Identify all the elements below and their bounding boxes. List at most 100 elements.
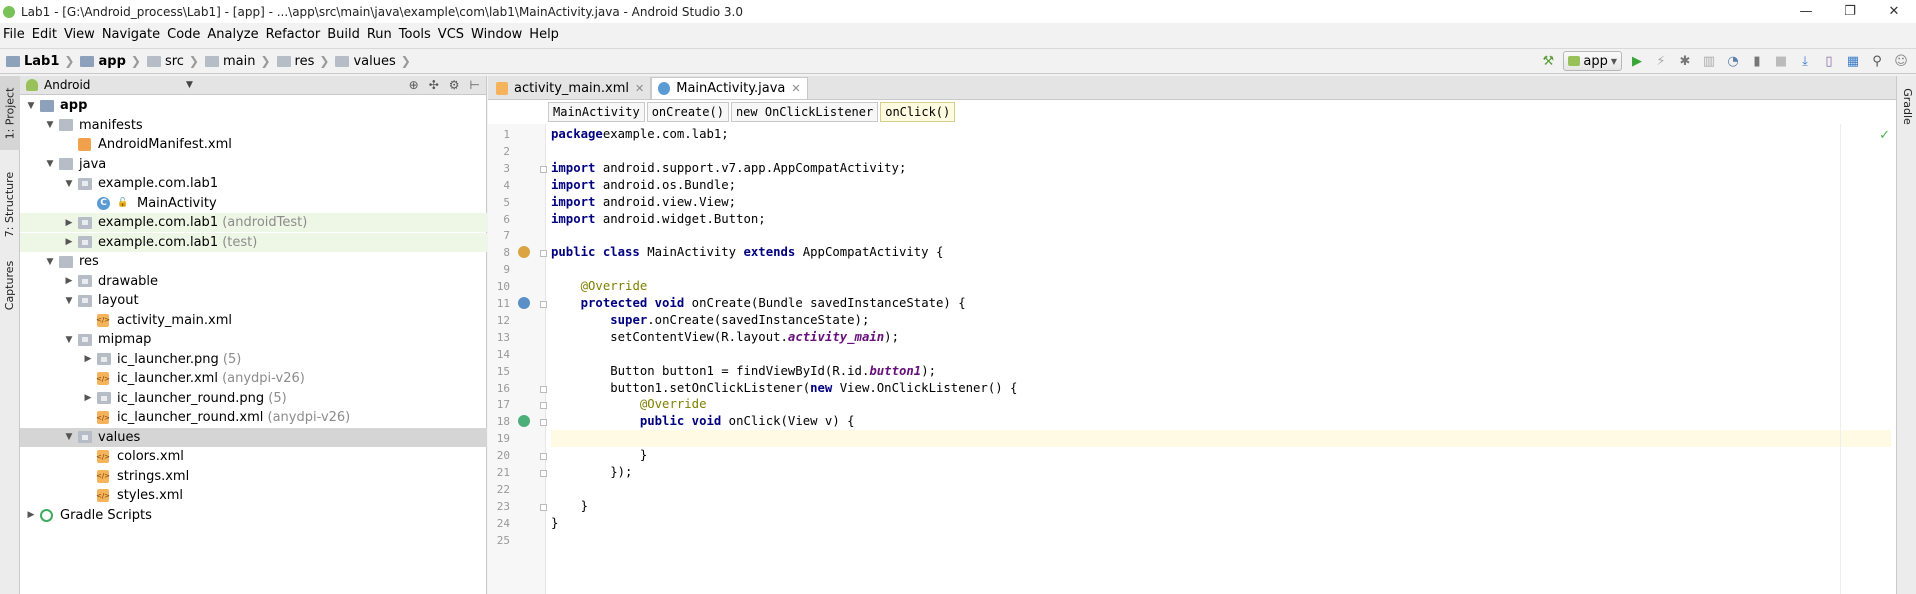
- tree-item[interactable]: </> ic_launcher.xml (anydpi-v26): [20, 369, 487, 388]
- menu-refactor[interactable]: Refactor: [266, 27, 328, 42]
- tree-item[interactable]: ▶ ic_launcher.png (5): [20, 350, 487, 369]
- menu-analyze[interactable]: Analyze: [207, 27, 265, 42]
- collapsed-arrow-icon[interactable]: ▶: [64, 276, 74, 286]
- collapse-all-icon[interactable]: ✣: [429, 78, 439, 92]
- search-icon[interactable]: ⚲: [1868, 52, 1886, 70]
- code-line[interactable]: public class MainActivity extends AppCom…: [551, 244, 1891, 261]
- tree-item[interactable]: ▶ Gradle Scripts: [20, 506, 487, 525]
- expanded-arrow-icon[interactable]: ▼: [26, 101, 36, 111]
- user-icon[interactable]: ☺: [1892, 52, 1910, 70]
- menu-navigate[interactable]: Navigate: [102, 27, 167, 42]
- code-line[interactable]: import android.support.v7.app.AppCompatA…: [551, 160, 1891, 177]
- close-button[interactable]: ✕: [1872, 0, 1916, 23]
- nav-crumb-values[interactable]: values ❯: [335, 54, 411, 69]
- code-line[interactable]: super.onCreate(savedInstanceState);: [551, 312, 1891, 329]
- code-line[interactable]: [551, 261, 1891, 278]
- fold-marker-icon[interactable]: [540, 419, 547, 427]
- expanded-arrow-icon[interactable]: ▼: [64, 179, 74, 189]
- tool-tab-structure[interactable]: 7: Structure: [0, 168, 20, 240]
- fold-marker-icon[interactable]: [540, 503, 547, 511]
- fold-marker-icon[interactable]: [540, 402, 547, 410]
- tool-tab-project[interactable]: 1: Project: [0, 76, 20, 150]
- fold-marker-icon[interactable]: [540, 250, 547, 258]
- code-line[interactable]: @Override: [551, 278, 1891, 295]
- code-line[interactable]: [551, 227, 1891, 244]
- editor-tab[interactable]: activity_main.xml ✕: [490, 77, 652, 99]
- tool-tab-gradle[interactable]: Gradle: [1897, 76, 1916, 136]
- code-line[interactable]: button1.setOnClickListener(new View.OnCl…: [551, 380, 1891, 397]
- collapsed-arrow-icon[interactable]: ▶: [83, 393, 93, 403]
- scroll-from-source-icon[interactable]: ⊕: [409, 78, 419, 92]
- expanded-arrow-icon[interactable]: ▼: [45, 159, 55, 169]
- run-config-select[interactable]: app ▼: [1563, 51, 1622, 71]
- code-line[interactable]: import android.os.Bundle;: [551, 177, 1891, 194]
- stop-icon[interactable]: ■: [1772, 52, 1790, 70]
- menu-code[interactable]: Code: [167, 27, 207, 42]
- apply-changes-icon[interactable]: ⚡: [1652, 52, 1670, 70]
- inspection-ok-icon[interactable]: ✓: [1879, 128, 1890, 143]
- tree-item[interactable]: C 🔓 MainActivity: [20, 194, 487, 213]
- chevron-down-icon[interactable]: ▼: [186, 80, 193, 90]
- code-line[interactable]: });: [551, 464, 1891, 481]
- profile-icon[interactable]: ◔: [1724, 52, 1742, 70]
- collapsed-arrow-icon[interactable]: ▶: [64, 237, 74, 247]
- expanded-arrow-icon[interactable]: ▼: [64, 432, 74, 442]
- class-usage-icon[interactable]: [518, 246, 530, 259]
- code-breadcrumb[interactable]: onCreate(): [646, 102, 729, 122]
- code-line[interactable]: }: [551, 447, 1891, 464]
- hammer-icon[interactable]: ⚒: [1539, 52, 1557, 70]
- nav-crumb-lab1[interactable]: Lab1 ❯: [6, 54, 74, 69]
- tree-item[interactable]: ▼ java: [20, 155, 487, 174]
- tool-tab-captures[interactable]: Captures: [0, 254, 20, 316]
- tree-item[interactable]: ▼ res: [20, 252, 487, 271]
- restore-button[interactable]: ❐: [1828, 0, 1872, 23]
- expanded-arrow-icon[interactable]: ▼: [64, 335, 74, 345]
- expanded-arrow-icon[interactable]: ▼: [64, 296, 74, 306]
- expanded-arrow-icon[interactable]: ▼: [45, 120, 55, 130]
- code-line[interactable]: [551, 346, 1891, 363]
- menu-window[interactable]: Window: [471, 27, 529, 42]
- debug-icon[interactable]: ✱: [1676, 52, 1694, 70]
- code-line[interactable]: setContentView(R.layout.activity_main);: [551, 329, 1891, 346]
- fold-marker-icon[interactable]: [540, 385, 547, 393]
- avd-manager-icon[interactable]: ▯: [1820, 52, 1838, 70]
- tree-item[interactable]: </> activity_main.xml: [20, 311, 487, 330]
- code-line[interactable]: @Override: [551, 396, 1891, 413]
- tree-item[interactable]: ▶ example.com.lab1 (test): [20, 232, 487, 252]
- tree-item[interactable]: </> ic_launcher_round.xml (anydpi-v26): [20, 408, 487, 427]
- expanded-arrow-icon[interactable]: ▼: [45, 257, 55, 267]
- hide-panel-icon[interactable]: ⊢: [470, 78, 480, 92]
- menu-run[interactable]: Run: [367, 27, 399, 42]
- code-line[interactable]: }: [551, 498, 1891, 515]
- code-line[interactable]: [551, 481, 1891, 498]
- coverage-icon[interactable]: ▥: [1700, 52, 1718, 70]
- menu-vcs[interactable]: VCS: [438, 27, 471, 42]
- nav-crumb-res[interactable]: res ❯: [276, 54, 329, 69]
- close-icon[interactable]: ✕: [791, 82, 800, 95]
- code-line[interactable]: Button button1 = findViewById(R.id.butto…: [551, 363, 1891, 380]
- project-structure-icon[interactable]: ▦: [1844, 52, 1862, 70]
- collapsed-arrow-icon[interactable]: ▶: [64, 218, 74, 228]
- code-line[interactable]: [551, 430, 1891, 448]
- code-line[interactable]: }: [551, 515, 1891, 532]
- tree-item[interactable]: </> colors.xml: [20, 447, 487, 466]
- code-editor[interactable]: packageexample.com.lab1; import android.s…: [551, 124, 1891, 594]
- fold-marker-icon[interactable]: [540, 470, 547, 477]
- code-line[interactable]: import android.widget.Button;: [551, 211, 1891, 228]
- code-line[interactable]: [551, 143, 1891, 160]
- tree-item[interactable]: ▼ manifests: [20, 116, 487, 135]
- fold-marker-icon[interactable]: [540, 301, 547, 308]
- tree-item[interactable]: ▶ example.com.lab1 (androidTest): [20, 213, 487, 232]
- tree-item[interactable]: ▼ mipmap: [20, 330, 487, 349]
- minimize-button[interactable]: —: [1784, 0, 1828, 23]
- collapsed-arrow-icon[interactable]: ▶: [26, 510, 36, 520]
- gear-icon[interactable]: ⚙: [449, 78, 460, 92]
- sdk-manager-icon[interactable]: ⤓: [1796, 52, 1814, 70]
- menu-view[interactable]: View: [64, 27, 102, 42]
- run-icon[interactable]: ▶: [1628, 52, 1646, 70]
- fold-marker-icon[interactable]: [540, 165, 547, 173]
- tree-item[interactable]: ▼ values: [20, 427, 487, 447]
- menu-tools[interactable]: Tools: [399, 27, 438, 42]
- tree-item[interactable]: AndroidManifest.xml: [20, 135, 487, 154]
- attach-icon[interactable]: ▮: [1748, 52, 1766, 70]
